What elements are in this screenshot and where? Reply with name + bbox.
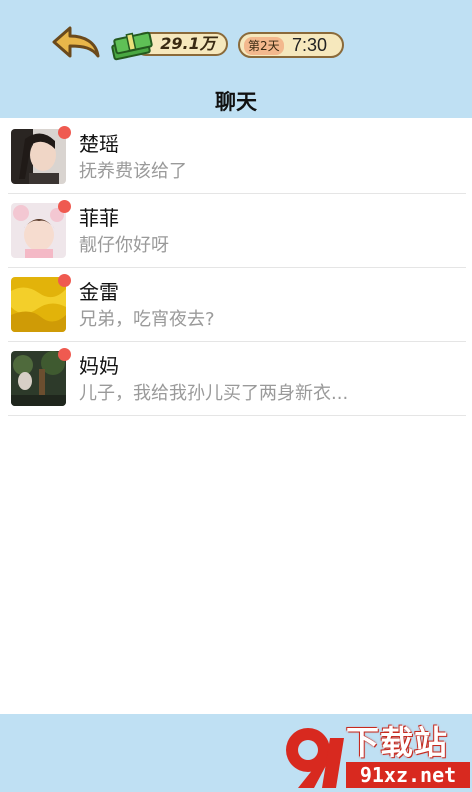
contact-name: 妈妈 <box>79 354 119 378</box>
unread-dot <box>58 274 71 287</box>
back-button[interactable] <box>50 24 102 64</box>
chat-item-jinlei[interactable]: 金雷 兄弟，吃宵夜去? <box>8 268 466 342</box>
unread-dot <box>58 348 71 361</box>
contact-name: 金雷 <box>79 280 119 304</box>
top-bar: 29.1万 第2天 7:30 聊天 <box>0 0 472 118</box>
back-arrow-icon <box>52 26 100 58</box>
unread-dot <box>58 126 71 139</box>
cash-stack-icon <box>111 31 153 61</box>
message-preview: 儿子，我给我孙儿买了两身新衣... <box>79 383 349 404</box>
watermark-url: 91xz.net <box>346 762 470 788</box>
avatar <box>11 277 66 332</box>
chat-item-mama[interactable]: 妈妈 儿子，我给我孙儿买了两身新衣... <box>8 342 466 416</box>
chat-list: 楚瑶 抚养费该给了 菲菲 靓仔你好呀 金雷 兄弟，吃宵夜去? 妈妈 儿子，我给我… <box>0 120 472 416</box>
message-preview: 靓仔你好呀 <box>79 235 169 256</box>
avatar <box>11 129 66 184</box>
watermark-title: 下载站 <box>346 723 448 762</box>
avatar <box>11 203 66 258</box>
message-preview: 抚养费该给了 <box>79 161 187 182</box>
unread-dot <box>58 200 71 213</box>
money-display: 29.1万 <box>110 28 230 62</box>
day-time-display: 第2天 7:30 <box>238 32 344 58</box>
chat-item-feifei[interactable]: 菲菲 靓仔你好呀 <box>8 194 466 268</box>
avatar <box>11 351 66 406</box>
contact-name: 楚瑶 <box>79 132 119 156</box>
contact-name: 菲菲 <box>79 206 119 230</box>
message-preview: 兄弟，吃宵夜去? <box>79 309 215 330</box>
clock-time: 7:30 <box>292 35 328 55</box>
page-title: 聊天 <box>215 90 257 114</box>
chat-item-chuyao[interactable]: 楚瑶 抚养费该给了 <box>8 120 466 194</box>
day-badge: 第2天 <box>244 37 284 55</box>
